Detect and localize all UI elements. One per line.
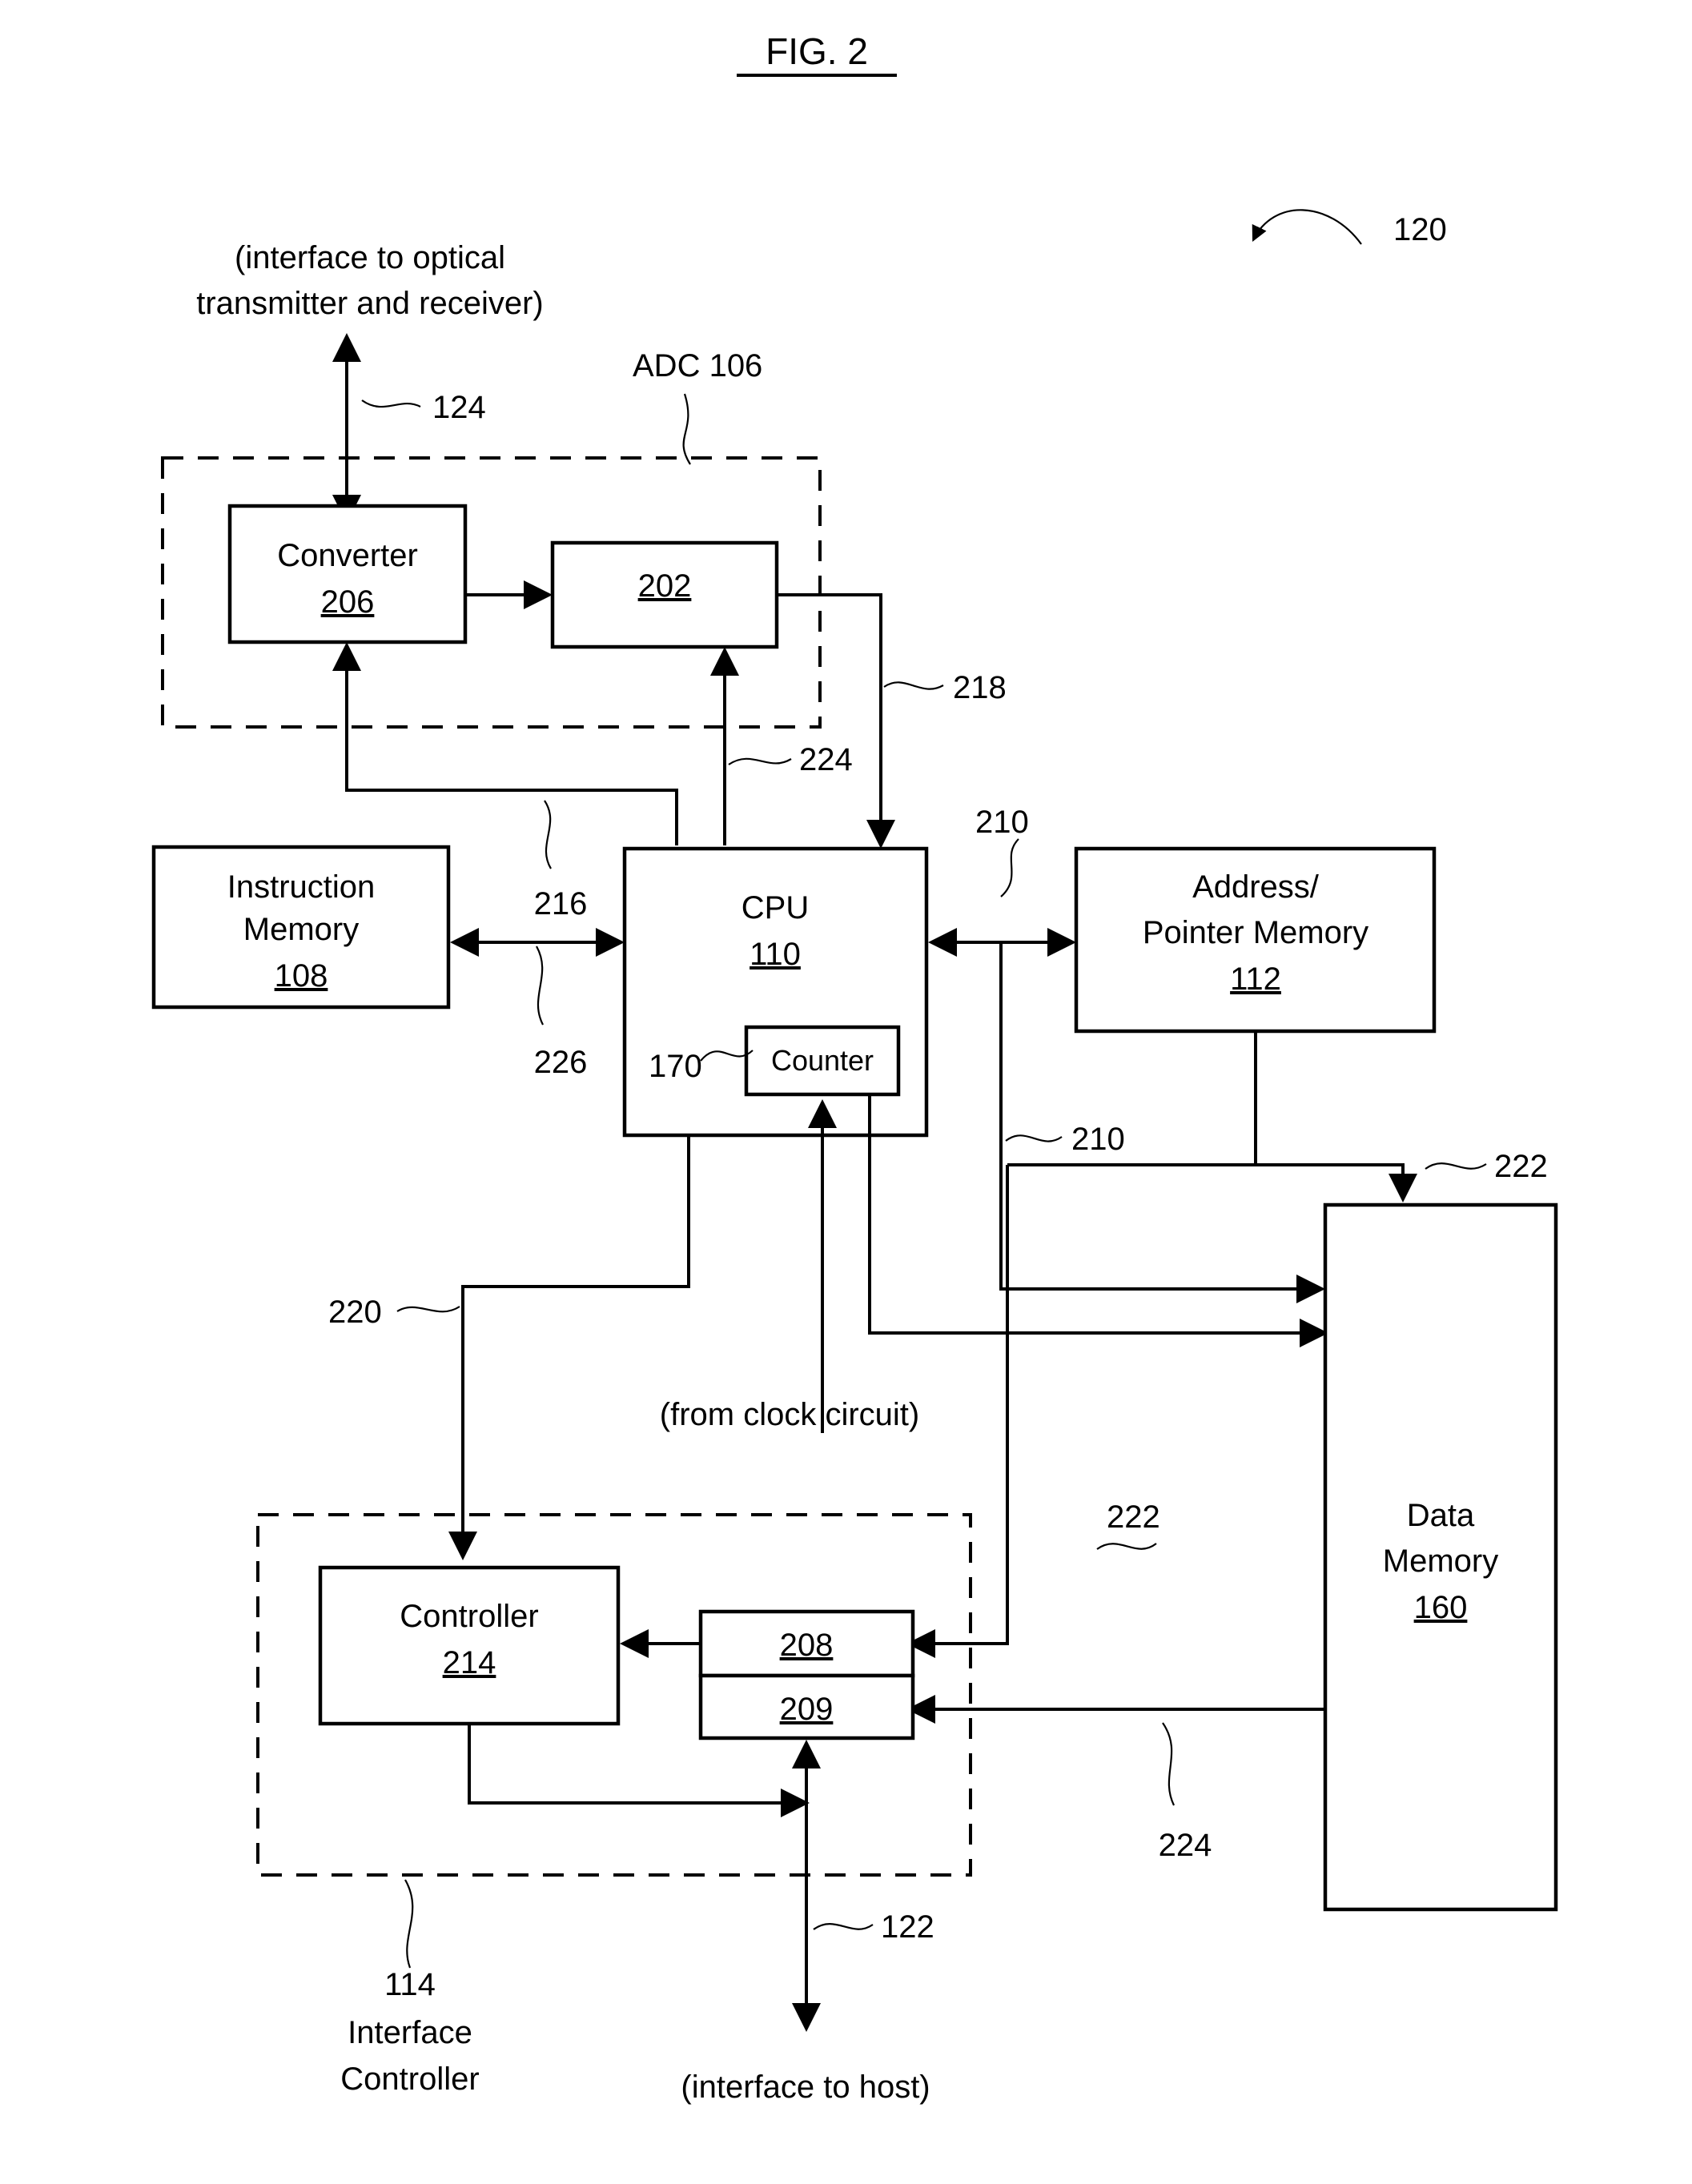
instruction-memory-ref: 108 xyxy=(275,958,328,994)
address-bus-leader-top xyxy=(1000,838,1019,897)
optical-bus-124: 124 xyxy=(332,333,486,524)
clock-input: (from clock circuit) xyxy=(660,1099,919,1433)
controller-block: Controller 214 xyxy=(318,1565,621,1726)
data-memory-block: Data Memory 160 xyxy=(1323,1202,1558,1912)
optical-interface-note: (interface to optical transmitter and re… xyxy=(196,240,543,321)
interface-controller-leader xyxy=(404,1879,414,1969)
controller-label: Controller xyxy=(400,1599,538,1634)
cpu-label: CPU xyxy=(742,890,809,925)
converter-control-ref: 216 xyxy=(534,886,588,921)
controller-control-leader xyxy=(396,1306,460,1313)
adc-output-ref: 218 xyxy=(953,670,1007,705)
interface-controller-line2: Controller xyxy=(340,2062,479,2097)
data-bus-222-bottom-leader xyxy=(1096,1543,1157,1550)
system-ref-group: 120 xyxy=(1252,209,1447,247)
adc-output-wire xyxy=(777,593,895,849)
converter-block: Converter 206 xyxy=(227,504,468,644)
buffer-209-ref: 209 xyxy=(780,1692,834,1727)
data-bus-222-top: 222 xyxy=(1254,1031,1548,1202)
host-interface-ref: 122 xyxy=(881,1909,934,1945)
instruction-bus-226: 226 xyxy=(450,928,625,1080)
data-bus-224-bottom-ref: 224 xyxy=(1159,1828,1212,1863)
instruction-bus-leader xyxy=(536,945,544,1026)
sample-clock-ref: 224 xyxy=(799,742,853,777)
adc-group-leader xyxy=(682,393,691,465)
data-memory-line2: Memory xyxy=(1383,1544,1498,1579)
converter-label: Converter xyxy=(277,538,418,573)
adc-output-218: 218 xyxy=(777,593,1007,849)
cpu-ref: 110 xyxy=(750,937,801,972)
controller-control-wire xyxy=(448,1135,690,1560)
instruction-memory-block: Instruction Memory 108 xyxy=(151,845,451,1010)
patent-figure: FIG. 2 120 (interface to optical transmi… xyxy=(0,0,1692,2184)
instruction-bus-ref: 226 xyxy=(534,1045,588,1080)
instruction-memory-line1: Instruction xyxy=(227,869,376,905)
figure-title-group: FIG. 2 xyxy=(737,30,897,77)
address-bus-ref-bottom: 210 xyxy=(1071,1122,1125,1157)
converter-control-leader xyxy=(544,800,552,869)
cpu-block: CPU 110 Counter 170 xyxy=(622,846,929,1138)
address-pointer-memory-line1: Address/ xyxy=(1192,869,1320,905)
address-pointer-memory-line2: Pointer Memory xyxy=(1143,915,1368,950)
diagram-canvas: FIG. 2 120 (interface to optical transmi… xyxy=(151,30,1558,2105)
controller-control-220: 220 xyxy=(328,1135,690,1560)
controller-control-ref: 220 xyxy=(328,1295,382,1330)
optical-bus-ref: 124 xyxy=(432,390,486,425)
host-note: (interface to host) xyxy=(681,2070,930,2105)
sample-clock-224: 224 xyxy=(710,647,853,845)
data-memory-line1: Data xyxy=(1407,1498,1475,1533)
buffer-208-ref: 208 xyxy=(780,1628,834,1663)
address-pointer-memory-block: Address/ Pointer Memory 112 xyxy=(1074,846,1437,1034)
converter-box xyxy=(227,504,468,644)
data-memory-ref: 160 xyxy=(1414,1590,1468,1625)
register-202-ref: 202 xyxy=(638,568,692,604)
adc-group-label: ADC 106 xyxy=(633,348,762,383)
converter-control-wire xyxy=(332,642,678,845)
adc-output-leader xyxy=(883,681,944,690)
interface-controller-line1: Interface xyxy=(348,2015,472,2050)
clock-note: (from clock circuit) xyxy=(660,1397,919,1432)
converter-ref: 206 xyxy=(321,584,375,620)
host-interface-leader xyxy=(813,1923,874,1930)
optical-note-line1: (interface to optical xyxy=(235,240,505,275)
interface-controller-ref: 114 xyxy=(384,1967,436,2002)
data-bus-222-top-ref: 222 xyxy=(1494,1149,1548,1184)
system-ref-arrow xyxy=(1252,209,1362,245)
counter-ref: 170 xyxy=(649,1049,702,1084)
address-pointer-memory-ref: 112 xyxy=(1230,962,1281,997)
data-bus-222-bottom-ref: 222 xyxy=(1107,1499,1160,1535)
data-bus-224-bottom-leader xyxy=(1162,1722,1175,1806)
controller-ref: 214 xyxy=(443,1645,496,1680)
instruction-memory-line2: Memory xyxy=(243,912,359,947)
optical-bus-leader xyxy=(361,399,421,408)
counter-label: Counter xyxy=(771,1044,874,1077)
system-ref-label: 120 xyxy=(1393,212,1447,247)
optical-note-line2: transmitter and receiver) xyxy=(196,286,543,321)
figure-title: FIG. 2 xyxy=(766,30,868,72)
address-bus-leader-bottom xyxy=(1005,1134,1063,1142)
host-interface-122: 122 (interface to host) xyxy=(681,1803,934,2105)
data-bus-222-top-wire xyxy=(1254,1031,1417,1202)
data-bus-222-top-leader xyxy=(1425,1162,1487,1170)
buffer-stack: 208 209 xyxy=(698,1609,915,1740)
register-202-block: 202 xyxy=(550,540,779,649)
sample-clock-leader xyxy=(728,757,792,765)
address-bus-ref-top: 210 xyxy=(975,805,1029,840)
